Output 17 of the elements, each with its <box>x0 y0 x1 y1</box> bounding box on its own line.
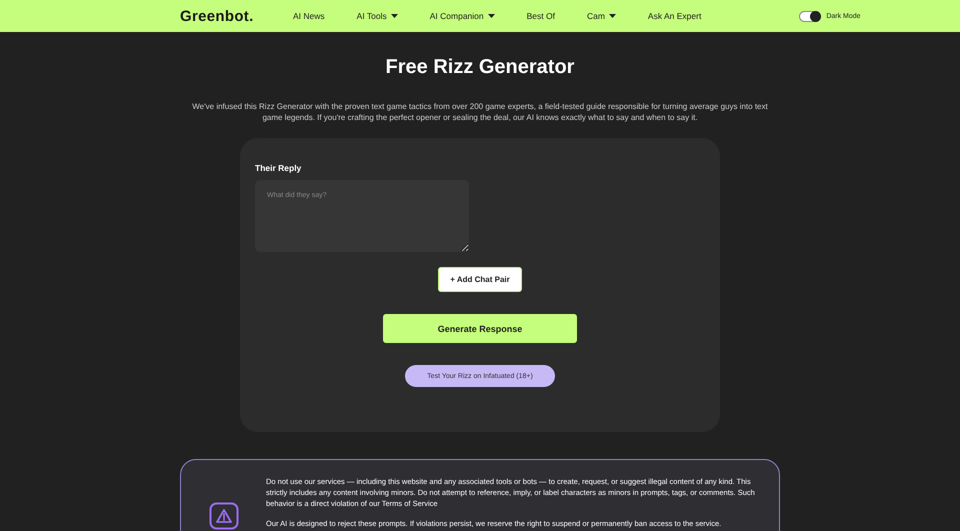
generate-button[interactable]: Generate Response <box>383 314 577 343</box>
nav-link[interactable]: Best Of <box>526 11 555 21</box>
nav-link[interactable]: Ask An Expert <box>648 11 702 21</box>
nav-link[interactable]: Cam <box>586 11 616 21</box>
caret-icon <box>390 14 398 18</box>
add-chat-pair-button[interactable]: + Add Chat Pair <box>438 267 522 292</box>
caret-icon <box>488 14 495 18</box>
nav-link[interactable]: AI News <box>293 11 325 21</box>
dark-mode-toggle[interactable] <box>799 10 822 22</box>
warning-icon <box>209 502 239 531</box>
intro-text: We've infused this Rizz Generator with the proven text game tactics from over 200 game experts, a field-tested guide responsible for turning average guys into text game legends. If you're crafting the perfect opener or sealing the deal, our AI knows exactly what to say and when to say it. <box>191 101 769 123</box>
caret-icon <box>608 14 616 18</box>
nav-link[interactable]: AI Companion <box>430 11 495 21</box>
logo[interactable]: Greenbot. <box>180 8 293 24</box>
field-label: Their Reply <box>255 163 302 173</box>
nav-link[interactable]: AI Tools <box>356 11 398 21</box>
page-title: Free Rizz Generator <box>386 56 574 79</box>
